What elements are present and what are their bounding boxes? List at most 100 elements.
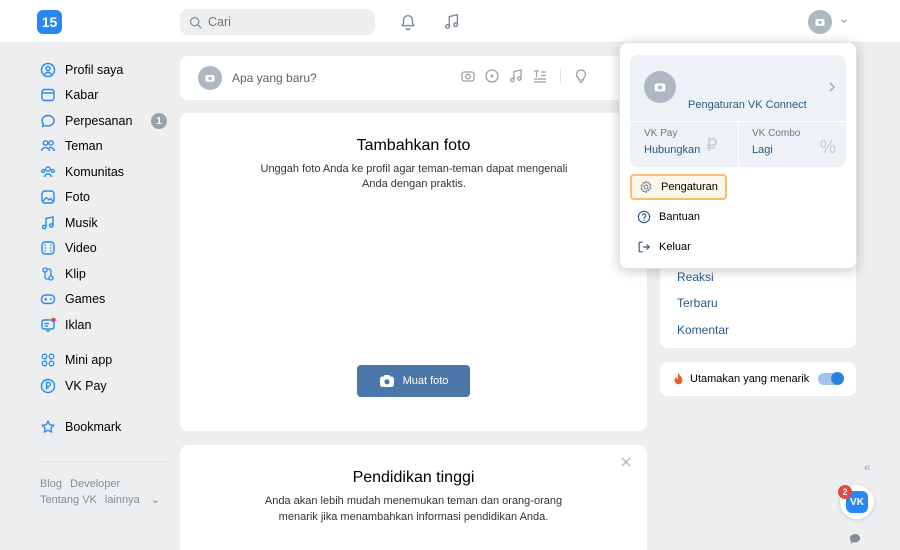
camera-icon [205, 75, 215, 82]
vk-logo[interactable]: 15 [37, 10, 62, 34]
ruble-icon: ₽ [706, 135, 718, 155]
vk-connect-panel: Pengaturan VK Connect VK Pay Hubungkan ₽… [630, 55, 846, 167]
sidebar-item-games[interactable]: Games [40, 287, 170, 313]
search-input[interactable] [208, 15, 368, 29]
footer-link-about[interactable]: Tentang VK [40, 494, 97, 506]
camera-icon [815, 19, 825, 26]
vk-combo-cell[interactable]: VK Combo Lagi [752, 128, 800, 156]
chevron-down-icon[interactable] [840, 17, 848, 25]
sidebar-divider [40, 461, 168, 462]
vk-connect-settings-link[interactable]: Pengaturan VK Connect [688, 99, 807, 111]
search-icon [189, 16, 202, 28]
sidebar-item-profile[interactable]: Profil saya [40, 57, 170, 83]
upload-photo-button[interactable]: Muat foto [357, 365, 470, 397]
filter-reactions[interactable]: Reaksi [677, 270, 714, 284]
filter-recent[interactable]: Terbaru [677, 296, 718, 310]
education-card: Pendidikan tinggi Anda akan lebih mudah … [180, 445, 647, 550]
composer-divider [560, 69, 561, 83]
footer-more-label: lainnya [104, 494, 140, 506]
post-composer[interactable]: Apa yang baru? [180, 56, 647, 100]
sidebar-item-clips[interactable]: Klip [40, 261, 170, 287]
sidebar-item-label: Teman [65, 139, 103, 154]
sidebar-item-messages[interactable]: Perpesanan 1 [40, 108, 170, 134]
education-description: Anda akan lebih mudah menemukan teman da… [264, 495, 563, 523]
sidebar-item-video[interactable]: Video [40, 236, 170, 262]
sidebar-item-friends[interactable]: Teman [40, 134, 170, 160]
sidebar-item-news[interactable]: Kabar [40, 83, 170, 109]
games-icon [40, 294, 56, 305]
gear-icon [640, 180, 652, 194]
video-icon [41, 241, 55, 255]
friends-icon [40, 140, 56, 152]
menu-item-logout[interactable]: Keluar [630, 234, 698, 260]
sidebar-item-label: Iklan [65, 317, 92, 332]
photo-icon [41, 190, 55, 204]
add-photo-card: Tambahkan foto Unggah foto Anda ke profi… [180, 113, 647, 431]
sidebar-item-ads[interactable]: Iklan [40, 312, 170, 338]
music-player-button[interactable] [440, 10, 464, 34]
sidebar-item-music[interactable]: Musik [40, 210, 170, 236]
chevron-right-icon[interactable] [828, 81, 836, 93]
sidebar-item-label: Profil saya [65, 62, 124, 77]
menu-item-label: Pengaturan [661, 181, 718, 193]
highlight-interesting-toggle[interactable] [818, 372, 844, 385]
music-icon[interactable] [508, 68, 524, 84]
star-icon [41, 420, 55, 434]
vk-pay-connect-link[interactable]: Hubungkan [644, 144, 700, 156]
sidebar-item-bookmarks[interactable]: Bookmark [40, 415, 170, 441]
search-box[interactable] [180, 9, 375, 35]
footer-link-more[interactable]: lainnya ⌄ [105, 494, 160, 506]
music-icon [41, 215, 54, 230]
vk-pay-cell[interactable]: VK Pay Hubungkan [644, 128, 700, 156]
percent-icon: % [820, 137, 837, 157]
education-title: Pendidikan tinggi [352, 469, 475, 486]
messenger-badge: 2 [838, 485, 852, 499]
sidebar-item-photos[interactable]: Foto [40, 185, 170, 211]
upload-photo-label: Muat foto [402, 375, 449, 387]
sidebar-item-mini-app[interactable]: Mini app [40, 348, 170, 374]
profile-menu-avatar[interactable] [808, 10, 832, 34]
menu-item-label: Bantuan [659, 211, 700, 223]
filter-comments[interactable]: Komentar [677, 323, 729, 337]
camera-icon [379, 375, 394, 387]
sidebar-item-label: VK Pay [65, 378, 107, 393]
camera-icon[interactable] [460, 68, 476, 84]
composer-placeholder[interactable]: Apa yang baru? [232, 71, 317, 85]
sidebar-item-label: Kabar [65, 88, 99, 103]
user-circle-icon [40, 62, 56, 77]
collapse-panel-button[interactable]: « [864, 460, 871, 474]
help-circle-icon [637, 210, 651, 224]
footer-link-blog[interactable]: Blog [40, 478, 62, 490]
fire-icon [674, 372, 683, 385]
vk-connect-avatar [644, 71, 676, 103]
article-icon[interactable] [532, 68, 548, 84]
sidebar-item-label: Musik [65, 215, 98, 230]
sidebar-item-label: Perpesanan [65, 113, 133, 128]
footer-link-developer[interactable]: Developer [70, 478, 120, 490]
sidebar-item-label: Mini app [65, 353, 113, 368]
sidebar: Profil saya Kabar Perpesanan 1 Teman Kom… [40, 57, 170, 440]
notifications-button[interactable] [396, 10, 420, 34]
add-photo-description: Unggah foto Anda ke profil agar teman-te… [260, 163, 568, 190]
vk-connect-vdivider [738, 121, 739, 167]
chat-icon[interactable] [848, 532, 862, 546]
message-icon [41, 114, 55, 127]
idea-icon[interactable] [573, 68, 589, 84]
sidebar-item-communities[interactable]: Komunitas [40, 159, 170, 185]
vk-combo-more-link[interactable]: Lagi [752, 144, 800, 156]
sidebar-footer: Blog Developer Tentang VK lainnya ⌄ [40, 476, 170, 508]
close-icon[interactable] [621, 457, 631, 467]
ads-icon [41, 317, 56, 332]
play-video-icon[interactable] [484, 68, 500, 84]
sidebar-item-label: Komunitas [65, 164, 125, 179]
sidebar-item-vk-pay[interactable]: VK Pay [40, 373, 170, 399]
vk-combo-label: VK Combo [752, 128, 801, 139]
bell-icon [401, 14, 415, 31]
menu-item-help[interactable]: Bantuan [630, 204, 707, 230]
composer-avatar [198, 66, 222, 90]
menu-item-settings[interactable]: Pengaturan [630, 174, 727, 200]
sidebar-item-label: Games [65, 292, 106, 307]
highlight-interesting-card: Utamakan yang menarik [660, 362, 856, 396]
vk-pay-label: VK Pay [644, 128, 678, 139]
profile-dropdown-menu: Pengaturan VK Connect VK Pay Hubungkan ₽… [619, 42, 857, 269]
